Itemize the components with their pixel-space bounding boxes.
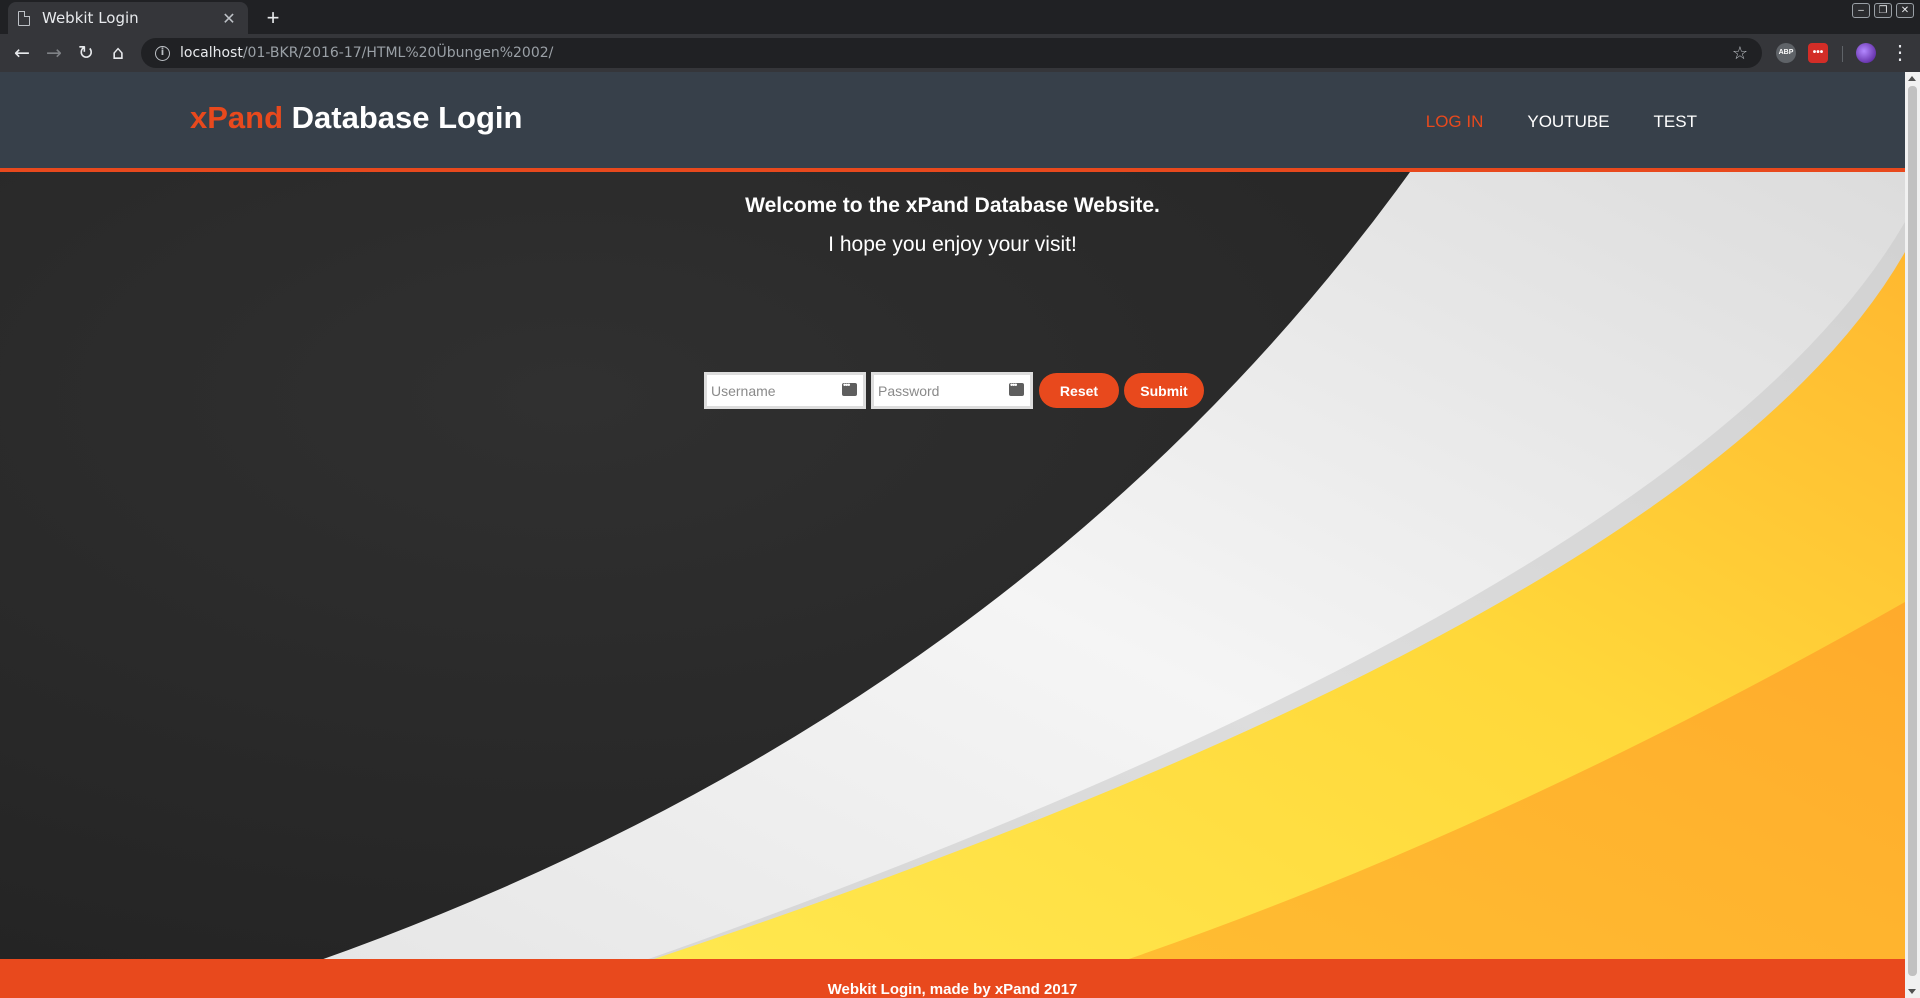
address-bar[interactable]: i localhost/01-BKR/2016-17/HTML%20Übunge… — [141, 38, 1762, 68]
password-manager-icon[interactable] — [842, 380, 857, 396]
scroll-down-arrow-icon[interactable] — [1908, 989, 1916, 994]
nav-youtube[interactable]: YOUTUBE — [1527, 112, 1609, 132]
site-footer: Webkit Login, made by xPand 2017 — [0, 959, 1905, 998]
toolbar-divider — [1842, 46, 1843, 62]
window-controls: – ❐ ✕ — [1852, 3, 1914, 18]
lastpass-extension-icon[interactable]: ••• — [1808, 43, 1828, 63]
password-manager-icon[interactable] — [1009, 380, 1024, 396]
url-path: /01-BKR/2016-17/HTML%20Übungen%2002/ — [242, 45, 554, 61]
scrollbar-thumb[interactable] — [1908, 86, 1917, 976]
tab-title: Webkit Login — [42, 9, 139, 27]
reload-button[interactable]: ↻ — [70, 37, 102, 69]
welcome-subtitle: I hope you enjoy your visit! — [828, 233, 1077, 256]
login-form: Reset Submit — [704, 372, 1204, 409]
restore-button[interactable]: ❐ — [1874, 3, 1892, 18]
browser-toolbar: ← → ↻ ⌂ i localhost/01-BKR/2016-17/HTML%… — [0, 34, 1920, 72]
browser-tab[interactable]: Webkit Login ✕ — [8, 2, 248, 34]
username-field-wrapper — [704, 372, 866, 409]
profile-avatar-icon[interactable] — [1856, 43, 1876, 63]
new-tab-button[interactable]: + — [260, 5, 286, 31]
minimize-button[interactable]: – — [1852, 3, 1870, 18]
forward-button[interactable]: → — [38, 37, 70, 69]
close-window-button[interactable]: ✕ — [1896, 3, 1914, 18]
nav-test[interactable]: TEST — [1654, 112, 1697, 132]
footer-text: Webkit Login, made by xPand 2017 — [827, 981, 1078, 998]
info-icon[interactable]: i — [155, 45, 170, 61]
back-button[interactable]: ← — [6, 37, 38, 69]
close-tab-icon[interactable]: ✕ — [220, 9, 238, 28]
reset-button[interactable]: Reset — [1039, 373, 1119, 408]
nav-login[interactable]: LOG IN — [1426, 112, 1484, 132]
adblock-extension-icon[interactable]: ABP — [1776, 43, 1796, 63]
username-input[interactable] — [707, 375, 863, 406]
password-field-wrapper — [871, 372, 1033, 409]
page-scrollbar[interactable] — [1905, 72, 1920, 998]
home-button[interactable]: ⌂ — [102, 37, 134, 69]
browser-menu-icon[interactable]: ⋮ — [1890, 40, 1910, 65]
welcome-section: Welcome to the xPand Database Website. I… — [0, 194, 1905, 257]
password-input[interactable] — [874, 375, 1030, 406]
brand-accent: xPand — [190, 100, 284, 135]
site-brand[interactable]: xPand Database Login — [190, 100, 522, 136]
url-host: localhost — [180, 45, 243, 61]
browser-titlebar: Webkit Login ✕ + – ❐ ✕ — [0, 0, 1920, 34]
site-header: xPand Database Login LOG IN YOUTUBE TEST — [0, 72, 1905, 172]
brand-rest: Database Login — [283, 100, 523, 135]
welcome-title: Welcome to the xPand Database Website. — [745, 194, 1160, 217]
page-viewport: xPand Database Login LOG IN YOUTUBE TEST… — [0, 72, 1905, 998]
submit-button[interactable]: Submit — [1124, 373, 1204, 408]
site-nav: LOG IN YOUTUBE TEST — [1426, 112, 1697, 132]
page-icon — [18, 10, 30, 26]
scroll-up-arrow-icon[interactable] — [1908, 76, 1916, 81]
bookmark-star-icon[interactable]: ☆ — [1732, 43, 1748, 64]
